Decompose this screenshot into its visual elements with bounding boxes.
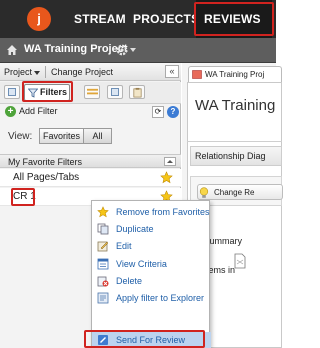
- nav-tab-stream[interactable]: STREAM: [74, 0, 126, 38]
- menu-item-label: Remove from Favorites: [116, 207, 210, 217]
- menu-item-apply-explorer[interactable]: Apply filter to Explorer: [92, 290, 211, 306]
- clipboard-button[interactable]: [129, 85, 145, 99]
- refresh-icon[interactable]: ⟳: [152, 106, 164, 118]
- help-icon[interactable]: ?: [167, 106, 179, 118]
- explorer-tab-button[interactable]: [4, 85, 20, 99]
- divider: [187, 141, 282, 142]
- project-tab[interactable]: WA Training Proj: [188, 66, 282, 82]
- nav-tab-reviews[interactable]: REVIEWS: [196, 0, 272, 38]
- explorer-icon: [97, 292, 109, 304]
- clipboard-icon: [133, 87, 142, 98]
- edit-icon: [97, 241, 109, 252]
- menu-item-send-for-review[interactable]: Send For Review: [92, 332, 211, 348]
- section-header: Relationship Diag: [190, 146, 282, 166]
- panel-view-button[interactable]: [107, 85, 123, 99]
- project-menu[interactable]: Project: [4, 67, 41, 77]
- view-favorites-button[interactable]: Favorites: [39, 128, 84, 144]
- panel-toolbar: Filters: [0, 82, 181, 104]
- explorer-icon: [8, 88, 16, 96]
- chevron-down-icon[interactable]: [130, 48, 136, 52]
- plus-icon[interactable]: +: [5, 106, 16, 117]
- add-filter-link[interactable]: Add Filter: [19, 106, 58, 116]
- app-logo[interactable]: j: [27, 7, 51, 31]
- menu-item-label: Duplicate: [116, 224, 154, 234]
- duplicate-icon: [97, 223, 109, 235]
- star-icon: [97, 206, 109, 218]
- menu-item-edit[interactable]: Edit: [92, 238, 211, 254]
- menu-item-label: Apply filter to Explorer: [116, 293, 205, 303]
- add-filter-row: + Add Filter ⟳ ?: [0, 104, 181, 120]
- project-tab-label: WA Training Proj: [205, 70, 265, 79]
- menu-item-label: Delete: [116, 276, 143, 286]
- delete-icon: [97, 276, 109, 287]
- home-icon[interactable]: [6, 44, 18, 56]
- collapse-up-icon[interactable]: [164, 157, 176, 166]
- top-navigation-bar: j STREAM PROJECTS REVIEWS: [0, 0, 276, 38]
- view-label: View:: [8, 131, 33, 142]
- list-item[interactable]: All Pages/Tabs: [0, 169, 181, 187]
- filters-tab-label: Filters: [40, 87, 68, 97]
- window-icon: [111, 88, 119, 96]
- menu-item-label: Edit: [116, 241, 132, 251]
- menu-item-remove-favorites[interactable]: Remove from Favorites: [92, 204, 211, 220]
- gear-icon[interactable]: [115, 43, 129, 57]
- project-title: WA Training Project: [24, 43, 128, 55]
- menu-item-label: View Criteria: [116, 259, 167, 269]
- menu-item-delete[interactable]: Delete: [92, 273, 211, 289]
- favorites-header-label: My Favorite Filters: [8, 157, 83, 167]
- menu-item-view-criteria[interactable]: View Criteria: [92, 256, 211, 272]
- project-menu-label: Project: [4, 67, 33, 77]
- star-icon[interactable]: [160, 171, 173, 184]
- change-button-label: Change Re: [214, 188, 255, 197]
- filters-tab[interactable]: Filters: [24, 84, 70, 101]
- menu-item-duplicate[interactable]: Duplicate: [92, 221, 211, 237]
- filter-context-menu: Remove from Favorites Duplicate Edit Vie…: [91, 200, 211, 348]
- lightbulb-icon: [199, 187, 209, 198]
- list-icon: [87, 88, 98, 95]
- project-icon: [192, 70, 202, 79]
- collapse-panel-button[interactable]: «: [165, 65, 179, 78]
- view-all-button[interactable]: All: [84, 128, 112, 144]
- filter-name: CR 1: [13, 191, 36, 202]
- divider: [45, 66, 46, 78]
- document-icon: [234, 253, 246, 269]
- project-bar: WA Training Project: [0, 38, 276, 63]
- change-project-link[interactable]: Change Project: [51, 67, 113, 77]
- left-panel-header: Project Change Project «: [0, 63, 181, 81]
- menu-item-label: Send For Review: [116, 335, 186, 345]
- nav-tab-projects[interactable]: PROJECTS: [133, 0, 199, 38]
- view-selector: View: Favorites All: [0, 126, 181, 146]
- chevron-down-icon: [34, 70, 41, 75]
- section-title: Relationship Diag: [195, 151, 266, 161]
- criteria-icon: [97, 258, 109, 270]
- page-title: WA Training: [195, 97, 276, 114]
- filter-name: All Pages/Tabs: [13, 172, 80, 183]
- send-icon: [98, 335, 108, 345]
- favorites-header: My Favorite Filters: [0, 154, 181, 168]
- funnel-icon: [28, 88, 38, 98]
- list-view-button[interactable]: [84, 85, 100, 99]
